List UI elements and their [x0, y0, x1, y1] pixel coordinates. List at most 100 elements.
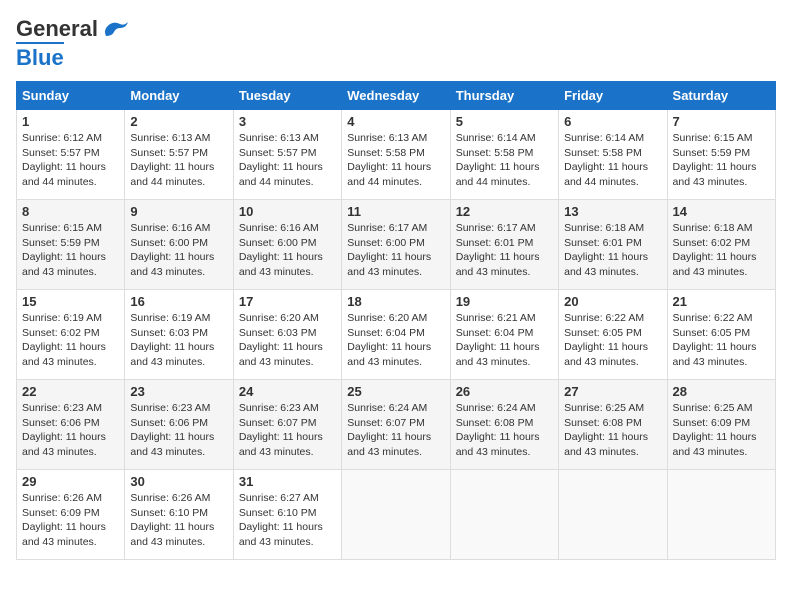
cell-info: Sunrise: 6:18 AM Sunset: 6:02 PM Dayligh…	[673, 221, 770, 280]
cell-info: Sunrise: 6:19 AM Sunset: 6:03 PM Dayligh…	[130, 311, 227, 370]
calendar-cell: 30 Sunrise: 6:26 AM Sunset: 6:10 PM Dayl…	[125, 470, 233, 560]
cell-info: Sunrise: 6:22 AM Sunset: 6:05 PM Dayligh…	[673, 311, 770, 370]
day-number: 13	[564, 204, 661, 219]
day-number: 30	[130, 474, 227, 489]
calendar-cell: 8 Sunrise: 6:15 AM Sunset: 5:59 PM Dayli…	[17, 200, 125, 290]
calendar-cell: 20 Sunrise: 6:22 AM Sunset: 6:05 PM Dayl…	[559, 290, 667, 380]
day-number: 4	[347, 114, 444, 129]
day-number: 8	[22, 204, 119, 219]
calendar-cell: 11 Sunrise: 6:17 AM Sunset: 6:00 PM Dayl…	[342, 200, 450, 290]
day-number: 22	[22, 384, 119, 399]
calendar-cell: 23 Sunrise: 6:23 AM Sunset: 6:06 PM Dayl…	[125, 380, 233, 470]
col-header-tuesday: Tuesday	[233, 82, 341, 110]
calendar-cell: 22 Sunrise: 6:23 AM Sunset: 6:06 PM Dayl…	[17, 380, 125, 470]
cell-info: Sunrise: 6:26 AM Sunset: 6:09 PM Dayligh…	[22, 491, 119, 550]
day-number: 21	[673, 294, 770, 309]
calendar-cell	[450, 470, 558, 560]
day-number: 16	[130, 294, 227, 309]
cell-info: Sunrise: 6:17 AM Sunset: 6:00 PM Dayligh…	[347, 221, 444, 280]
calendar-cell: 14 Sunrise: 6:18 AM Sunset: 6:02 PM Dayl…	[667, 200, 775, 290]
col-header-sunday: Sunday	[17, 82, 125, 110]
calendar-cell: 16 Sunrise: 6:19 AM Sunset: 6:03 PM Dayl…	[125, 290, 233, 380]
cell-info: Sunrise: 6:23 AM Sunset: 6:06 PM Dayligh…	[22, 401, 119, 460]
calendar-cell: 25 Sunrise: 6:24 AM Sunset: 6:07 PM Dayl…	[342, 380, 450, 470]
cell-info: Sunrise: 6:14 AM Sunset: 5:58 PM Dayligh…	[564, 131, 661, 190]
day-number: 29	[22, 474, 119, 489]
calendar-cell: 12 Sunrise: 6:17 AM Sunset: 6:01 PM Dayl…	[450, 200, 558, 290]
calendar-cell: 4 Sunrise: 6:13 AM Sunset: 5:58 PM Dayli…	[342, 110, 450, 200]
cell-info: Sunrise: 6:24 AM Sunset: 6:08 PM Dayligh…	[456, 401, 553, 460]
day-number: 18	[347, 294, 444, 309]
calendar-cell: 1 Sunrise: 6:12 AM Sunset: 5:57 PM Dayli…	[17, 110, 125, 200]
col-header-friday: Friday	[559, 82, 667, 110]
cell-info: Sunrise: 6:19 AM Sunset: 6:02 PM Dayligh…	[22, 311, 119, 370]
cell-info: Sunrise: 6:16 AM Sunset: 6:00 PM Dayligh…	[239, 221, 336, 280]
calendar-week-1: 1 Sunrise: 6:12 AM Sunset: 5:57 PM Dayli…	[17, 110, 776, 200]
day-number: 9	[130, 204, 227, 219]
day-number: 12	[456, 204, 553, 219]
calendar-cell	[559, 470, 667, 560]
day-number: 17	[239, 294, 336, 309]
calendar-cell: 17 Sunrise: 6:20 AM Sunset: 6:03 PM Dayl…	[233, 290, 341, 380]
calendar-week-2: 8 Sunrise: 6:15 AM Sunset: 5:59 PM Dayli…	[17, 200, 776, 290]
calendar-cell	[342, 470, 450, 560]
calendar-cell: 29 Sunrise: 6:26 AM Sunset: 6:09 PM Dayl…	[17, 470, 125, 560]
cell-info: Sunrise: 6:16 AM Sunset: 6:00 PM Dayligh…	[130, 221, 227, 280]
col-header-monday: Monday	[125, 82, 233, 110]
header: General Blue	[16, 16, 776, 71]
cell-info: Sunrise: 6:26 AM Sunset: 6:10 PM Dayligh…	[130, 491, 227, 550]
day-number: 6	[564, 114, 661, 129]
logo-bird-icon	[102, 18, 130, 40]
day-number: 3	[239, 114, 336, 129]
calendar-week-5: 29 Sunrise: 6:26 AM Sunset: 6:09 PM Dayl…	[17, 470, 776, 560]
day-number: 15	[22, 294, 119, 309]
cell-info: Sunrise: 6:23 AM Sunset: 6:07 PM Dayligh…	[239, 401, 336, 460]
day-number: 2	[130, 114, 227, 129]
cell-info: Sunrise: 6:25 AM Sunset: 6:08 PM Dayligh…	[564, 401, 661, 460]
day-number: 26	[456, 384, 553, 399]
cell-info: Sunrise: 6:15 AM Sunset: 5:59 PM Dayligh…	[22, 221, 119, 280]
calendar-cell: 19 Sunrise: 6:21 AM Sunset: 6:04 PM Dayl…	[450, 290, 558, 380]
cell-info: Sunrise: 6:27 AM Sunset: 6:10 PM Dayligh…	[239, 491, 336, 550]
day-number: 25	[347, 384, 444, 399]
col-header-saturday: Saturday	[667, 82, 775, 110]
day-number: 1	[22, 114, 119, 129]
logo-blue: Blue	[16, 42, 64, 71]
calendar-cell: 28 Sunrise: 6:25 AM Sunset: 6:09 PM Dayl…	[667, 380, 775, 470]
col-header-wednesday: Wednesday	[342, 82, 450, 110]
day-number: 20	[564, 294, 661, 309]
cell-info: Sunrise: 6:12 AM Sunset: 5:57 PM Dayligh…	[22, 131, 119, 190]
cell-info: Sunrise: 6:21 AM Sunset: 6:04 PM Dayligh…	[456, 311, 553, 370]
day-number: 5	[456, 114, 553, 129]
cell-info: Sunrise: 6:13 AM Sunset: 5:57 PM Dayligh…	[239, 131, 336, 190]
cell-info: Sunrise: 6:20 AM Sunset: 6:03 PM Dayligh…	[239, 311, 336, 370]
calendar-cell: 27 Sunrise: 6:25 AM Sunset: 6:08 PM Dayl…	[559, 380, 667, 470]
cell-info: Sunrise: 6:25 AM Sunset: 6:09 PM Dayligh…	[673, 401, 770, 460]
calendar-cell: 13 Sunrise: 6:18 AM Sunset: 6:01 PM Dayl…	[559, 200, 667, 290]
calendar-cell	[667, 470, 775, 560]
calendar-cell: 31 Sunrise: 6:27 AM Sunset: 6:10 PM Dayl…	[233, 470, 341, 560]
logo-general: General	[16, 16, 98, 42]
col-header-thursday: Thursday	[450, 82, 558, 110]
day-number: 11	[347, 204, 444, 219]
day-number: 27	[564, 384, 661, 399]
day-number: 10	[239, 204, 336, 219]
day-number: 14	[673, 204, 770, 219]
cell-info: Sunrise: 6:23 AM Sunset: 6:06 PM Dayligh…	[130, 401, 227, 460]
cell-info: Sunrise: 6:20 AM Sunset: 6:04 PM Dayligh…	[347, 311, 444, 370]
calendar-cell: 9 Sunrise: 6:16 AM Sunset: 6:00 PM Dayli…	[125, 200, 233, 290]
calendar-cell: 26 Sunrise: 6:24 AM Sunset: 6:08 PM Dayl…	[450, 380, 558, 470]
cell-info: Sunrise: 6:13 AM Sunset: 5:57 PM Dayligh…	[130, 131, 227, 190]
calendar-cell: 24 Sunrise: 6:23 AM Sunset: 6:07 PM Dayl…	[233, 380, 341, 470]
cell-info: Sunrise: 6:24 AM Sunset: 6:07 PM Dayligh…	[347, 401, 444, 460]
day-number: 7	[673, 114, 770, 129]
cell-info: Sunrise: 6:18 AM Sunset: 6:01 PM Dayligh…	[564, 221, 661, 280]
calendar-cell: 10 Sunrise: 6:16 AM Sunset: 6:00 PM Dayl…	[233, 200, 341, 290]
calendar-cell: 15 Sunrise: 6:19 AM Sunset: 6:02 PM Dayl…	[17, 290, 125, 380]
cell-info: Sunrise: 6:22 AM Sunset: 6:05 PM Dayligh…	[564, 311, 661, 370]
calendar-cell: 5 Sunrise: 6:14 AM Sunset: 5:58 PM Dayli…	[450, 110, 558, 200]
day-number: 24	[239, 384, 336, 399]
cell-info: Sunrise: 6:13 AM Sunset: 5:58 PM Dayligh…	[347, 131, 444, 190]
logo: General Blue	[16, 16, 130, 71]
day-number: 23	[130, 384, 227, 399]
